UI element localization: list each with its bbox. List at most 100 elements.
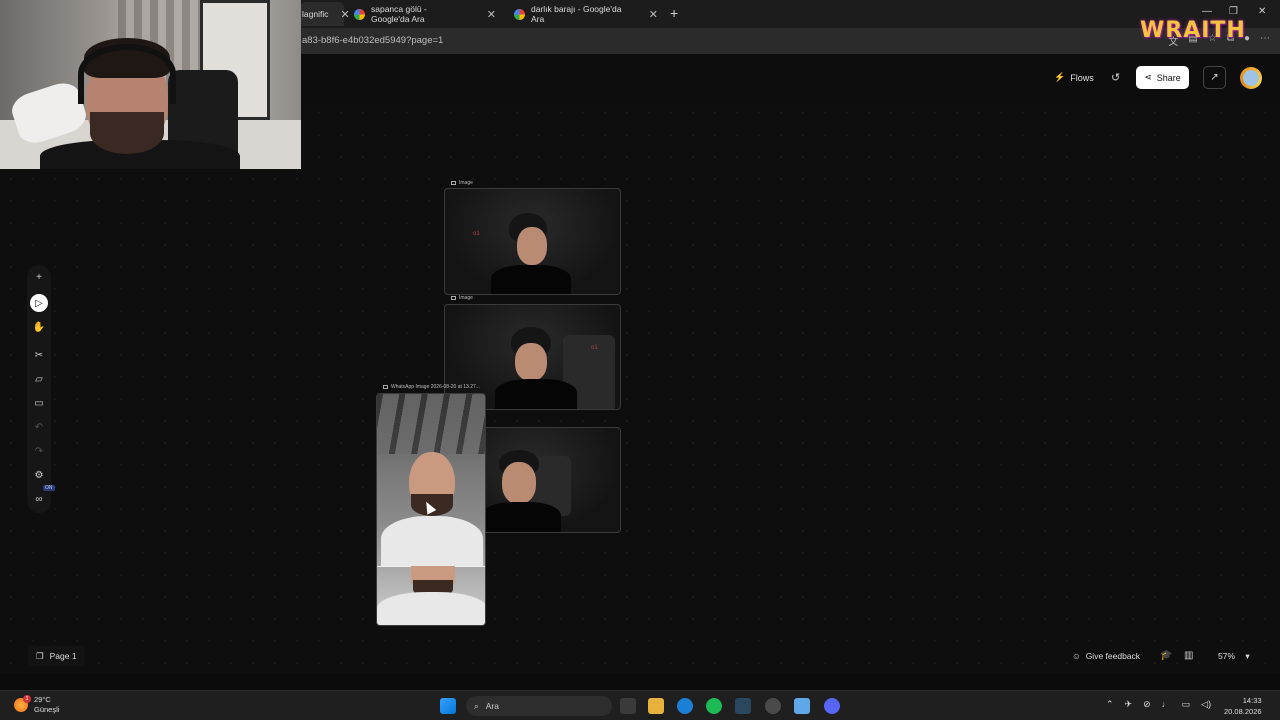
lightning-icon: ⚡ [1054, 72, 1066, 82]
frame-tool-icon[interactable]: ▱ [30, 370, 48, 388]
zoom-selector[interactable]: 57% ▾ [1218, 651, 1250, 662]
node-label[interactable]: Image [451, 295, 473, 301]
flows-label: Flows [1070, 72, 1094, 83]
notifications-muted-icon[interactable]: ⊘ [1143, 699, 1151, 710]
image-icon [383, 385, 388, 389]
map-icon[interactable]: ▥ [1184, 650, 1193, 661]
export-icon[interactable]: ↗ [1203, 66, 1226, 89]
search-placeholder: Ara [485, 701, 499, 711]
time: 14:33 [1242, 696, 1262, 705]
image-node-1[interactable]: o1 [444, 188, 621, 295]
tab-active[interactable]: lagnific ✕ [300, 2, 350, 26]
taskbar: 1 29°C Güneşli ⌕ Ara ⌃ ✈ ⊘ ♩ ▭ ◁) 14:33 … [0, 690, 1280, 720]
node-label[interactable]: WhatsApp Image 2026-08-20 at 13.27... [383, 384, 480, 390]
hand-tool-icon[interactable]: ✋ [30, 318, 48, 336]
feedback-icon: ☺ [1072, 651, 1081, 661]
give-feedback-button[interactable]: ☺ Give feedback [1072, 651, 1140, 661]
share-icon: ⋖ [1144, 72, 1152, 82]
google-icon [354, 8, 365, 20]
zoom-value: 57% [1218, 651, 1236, 661]
logo-mark: o1 [591, 345, 598, 351]
temperature: 29°C [34, 695, 51, 704]
photo-face [502, 462, 536, 504]
weather-condition: Güneşli [34, 705, 60, 714]
redo-icon[interactable]: ↷ [30, 442, 48, 460]
clock[interactable]: 14:33 20.08.2026 [1224, 695, 1262, 717]
tab-close-icon[interactable]: ✕ [649, 8, 658, 21]
webcam-overlay [0, 0, 301, 169]
node-title: WhatsApp Image 2026-08-20 at 13.27... [391, 384, 480, 390]
feedback-label: Give feedback [1085, 651, 1141, 661]
photo-face [515, 343, 547, 381]
logo-mark: o1 [473, 231, 480, 237]
headset-icon [78, 44, 176, 104]
on-badge: ON [43, 485, 55, 491]
pages-icon: ❐ [36, 650, 44, 661]
file-explorer-icon[interactable] [648, 698, 664, 714]
search-icon: ⌕ [474, 700, 479, 711]
wraith-overlay-logo: WRAITH [1140, 18, 1246, 43]
photo-body [491, 265, 571, 294]
display-icon[interactable]: ▭ [1182, 699, 1191, 710]
photo-ceiling [377, 394, 485, 454]
photo-body [481, 502, 561, 532]
photo-sweater [381, 516, 483, 566]
chevron-up-icon[interactable]: ⌃ [1106, 699, 1114, 710]
start-button[interactable] [440, 698, 456, 714]
select-tool-icon[interactable]: ▷ [30, 294, 48, 312]
discord-icon[interactable] [824, 698, 840, 714]
share-button[interactable]: ⋖ Share [1136, 66, 1189, 89]
webcam-beard [90, 112, 164, 154]
node-title: Image [459, 180, 473, 186]
system-tray: ⌃ ✈ ⊘ ♩ ▭ ◁) [1106, 699, 1211, 710]
minimize-icon[interactable]: — [1202, 6, 1212, 17]
restore-icon[interactable]: ❐ [1229, 6, 1238, 17]
image-icon [451, 181, 456, 185]
history-icon[interactable]: ↺ [1111, 71, 1120, 84]
flows-button[interactable]: ⚡ Flows [1054, 72, 1094, 83]
tab-darlik[interactable]: darlık barajı - Google'da Ara ✕ [506, 2, 666, 26]
steam-tray-icon[interactable]: ✈ [1125, 699, 1133, 710]
comment-icon[interactable]: ▭ [30, 394, 48, 412]
node-title: Image [459, 295, 473, 301]
microphone-icon[interactable]: ♩ [1162, 699, 1171, 710]
new-tab-button[interactable]: + [670, 5, 678, 21]
taskbar-search[interactable]: ⌕ Ara [466, 696, 612, 716]
infinity-icon[interactable]: ∞ [30, 490, 48, 508]
weather-badge: 1 [23, 695, 31, 703]
share-label: Share [1156, 72, 1181, 83]
page-selector[interactable]: ❐ Page 1 [28, 646, 85, 666]
notepad-icon[interactable] [794, 698, 810, 714]
google-icon [514, 8, 525, 20]
node-label[interactable]: Image [451, 180, 473, 186]
spotify-icon[interactable] [706, 698, 722, 714]
weather-widget[interactable]: 1 29°C Güneşli [14, 695, 59, 715]
app-icon[interactable] [765, 698, 781, 714]
image-icon [451, 296, 456, 300]
photo-sweater [377, 592, 485, 625]
chevron-down-icon: ▾ [1245, 651, 1250, 661]
canvas[interactable] [0, 102, 1280, 674]
volume-icon[interactable]: ◁) [1201, 699, 1211, 710]
tab-close-icon[interactable]: ✕ [487, 8, 496, 21]
tab-label: sapanca gölü - Google'da Ara [371, 4, 427, 24]
address-bar[interactable]: a83-b8f6-e4b032ed5949?page=1 [302, 35, 443, 46]
scissors-icon[interactable]: ✂ [30, 346, 48, 364]
sun-icon: 1 [14, 695, 31, 712]
steam-icon[interactable] [735, 698, 751, 714]
task-view-icon[interactable] [620, 698, 636, 714]
tool-palette: + ▷ ✋ ✂ ▱ ▭ ↶ ↷ ⚙ ∞ ON [27, 265, 55, 513]
close-window-icon[interactable]: ✕ [1258, 6, 1266, 17]
photo-body [495, 379, 577, 409]
edge-icon[interactable] [677, 698, 693, 714]
settings-icon[interactable]: ⚙ [30, 466, 48, 484]
more-menu-icon[interactable]: ⋯ [1260, 33, 1270, 48]
photo-face [517, 227, 547, 265]
avatar[interactable] [1240, 67, 1262, 89]
tab-sapanca[interactable]: sapanca gölü - Google'da Ara ✕ [346, 2, 504, 26]
learn-icon[interactable]: 🎓 [1160, 650, 1172, 661]
undo-icon[interactable]: ↶ [30, 418, 48, 436]
page-label: Page 1 [49, 651, 77, 661]
add-icon[interactable]: + [30, 268, 48, 286]
tab-label: darlık barajı - Google'da Ara [531, 4, 622, 24]
